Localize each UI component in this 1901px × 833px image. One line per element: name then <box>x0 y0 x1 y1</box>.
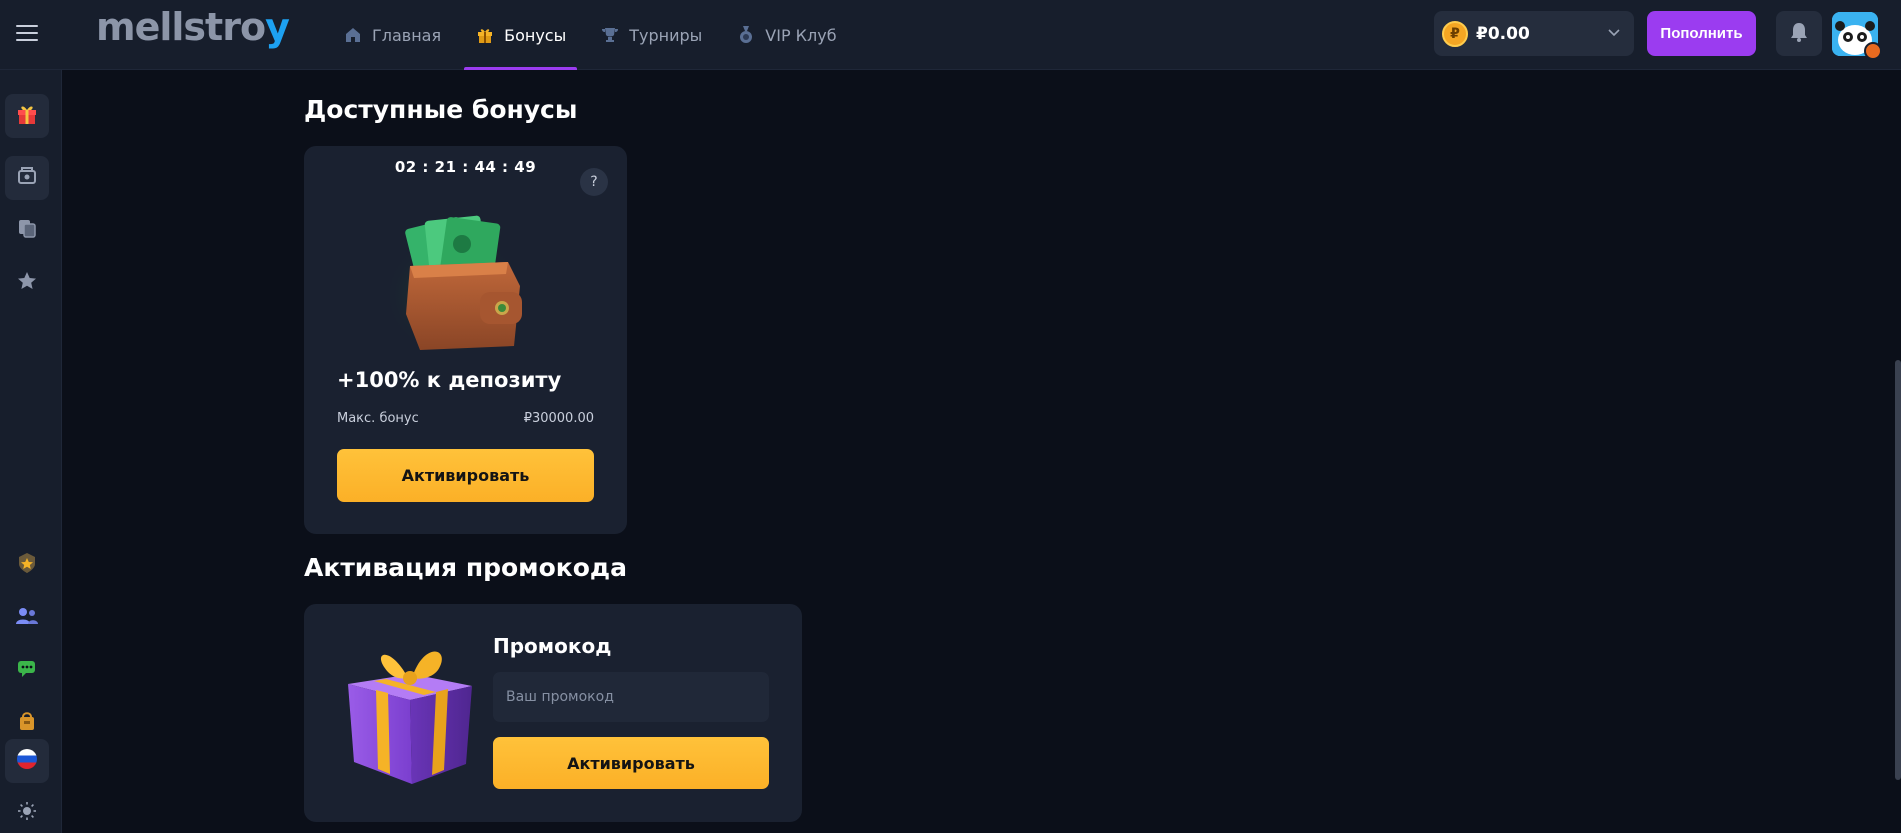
sidebar-item-rank[interactable] <box>5 543 49 587</box>
rank-badge-icon <box>1864 42 1882 60</box>
deposit-button[interactable]: Пополнить <box>1647 11 1756 56</box>
bonus-timer: 02 : 21 : 44 : 49 <box>394 158 537 176</box>
top-bar: mellstroy Главная Бонусы Турниры VIP Клу… <box>0 0 1901 70</box>
balance-dropdown[interactable]: ₽ ₽0.00 <box>1434 11 1634 56</box>
nav-label: Бонусы <box>504 25 567 45</box>
nav-label: VIP Клуб <box>765 25 837 45</box>
vip-icon <box>736 25 756 45</box>
wallet-image <box>384 204 544 354</box>
russia-flag-icon <box>16 748 38 774</box>
promo-code-input[interactable] <box>493 672 769 722</box>
users-icon <box>15 606 39 630</box>
trophy-icon <box>600 25 620 45</box>
bonus-card: 02 : 21 : 44 : 49 ? +100% к депозиту Мак… <box>304 146 627 534</box>
bonus-title: +100% к депозиту <box>337 368 562 392</box>
chevron-down-icon <box>1606 24 1622 44</box>
ruble-coin-icon: ₽ <box>1442 20 1468 47</box>
theme-toggle[interactable] <box>5 791 49 833</box>
badge-icon <box>17 552 37 578</box>
max-bonus-label: Макс. бонус <box>337 411 419 426</box>
home-icon <box>343 25 363 45</box>
menu-icon[interactable] <box>14 22 40 44</box>
gift-icon <box>15 102 39 130</box>
logo[interactable]: mellstroy <box>96 4 290 50</box>
nav-item-home[interactable]: Главная <box>332 0 452 70</box>
gift-icon <box>475 25 495 45</box>
nav-item-tournaments[interactable]: Турниры <box>589 0 713 70</box>
star-icon <box>16 270 38 296</box>
activate-bonus-button[interactable]: Активировать <box>337 449 594 502</box>
promo-activation-title: Активация промокода <box>304 553 627 582</box>
nav-item-bonuses[interactable]: Бонусы <box>464 0 578 70</box>
gift-box-image <box>340 634 480 789</box>
bell-icon <box>1789 21 1809 47</box>
sidebar <box>0 70 62 833</box>
sidebar-item-copy[interactable] <box>5 208 49 252</box>
activate-promo-button[interactable]: Активировать <box>493 737 769 789</box>
sidebar-item-favorites[interactable] <box>5 261 49 305</box>
nav-item-vip[interactable]: VIP Клуб <box>725 0 847 70</box>
language-selector[interactable] <box>5 739 49 783</box>
sidebar-item-referrals[interactable] <box>5 596 49 640</box>
scrollbar[interactable] <box>1895 70 1901 833</box>
promo-card: Промокод Активировать <box>304 604 802 822</box>
available-bonuses-title: Доступные бонусы <box>304 95 578 124</box>
nav-label: Главная <box>372 25 442 45</box>
sun-icon <box>17 801 37 825</box>
bag-icon <box>17 710 37 736</box>
nav-label: Турниры <box>629 25 703 45</box>
notifications-button[interactable] <box>1776 11 1822 56</box>
chat-icon <box>16 657 38 683</box>
scrollbar-thumb[interactable] <box>1895 360 1901 780</box>
promo-label: Промокод <box>493 634 612 658</box>
copy-icon <box>16 217 38 243</box>
sidebar-item-casino[interactable] <box>5 156 49 200</box>
sidebar-item-chat[interactable] <box>5 648 49 692</box>
balance-amount: ₽0.00 <box>1476 23 1530 44</box>
logo-text: mellstroy <box>96 5 290 49</box>
max-bonus-value: ₽30000.00 <box>523 411 594 426</box>
help-button[interactable]: ? <box>580 168 608 196</box>
casino-chip-icon <box>16 165 38 191</box>
sidebar-item-bonuses[interactable] <box>5 94 49 138</box>
main-nav: Главная Бонусы Турниры VIP Клуб <box>332 0 860 70</box>
